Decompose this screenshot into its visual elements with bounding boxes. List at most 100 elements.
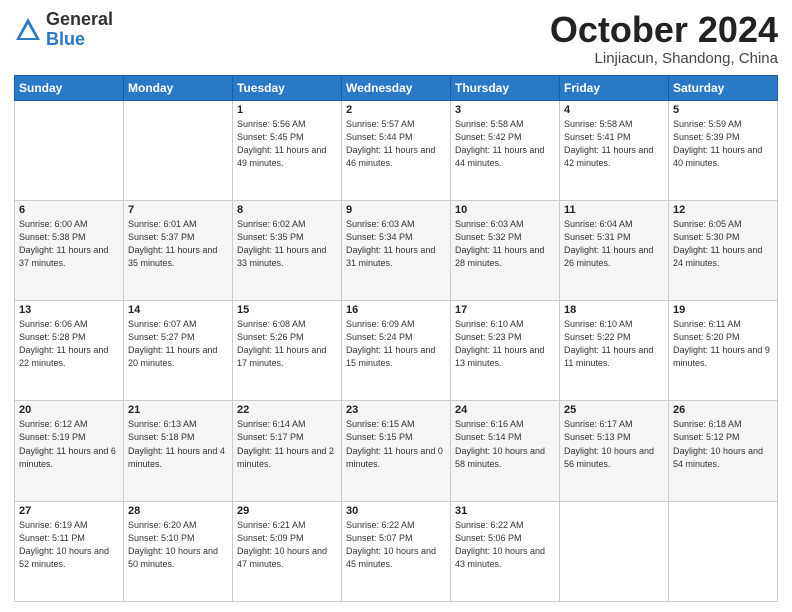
day-number: 16 [346, 304, 446, 316]
weekday-row: SundayMondayTuesdayWednesdayThursdayFrid… [15, 75, 778, 100]
day-number: 11 [564, 204, 664, 216]
calendar-cell: 16 Sunrise: 6:09 AMSunset: 5:24 PMDayligh… [342, 301, 451, 401]
day-info: Sunrise: 6:11 AMSunset: 5:20 PMDaylight:… [673, 318, 773, 370]
calendar: SundayMondayTuesdayWednesdayThursdayFrid… [14, 75, 778, 602]
day-info: Sunrise: 6:05 AMSunset: 5:30 PMDaylight:… [673, 218, 773, 270]
calendar-week-5: 27Sunrise: 6:19 AMSunset: 5:11 PMDayligh… [15, 501, 778, 601]
calendar-cell: 7 Sunrise: 6:01 AMSunset: 5:37 PMDaylight… [124, 200, 233, 300]
day-info: Sunrise: 6:17 AMSunset: 5:13 PMDaylight:… [564, 418, 664, 470]
calendar-week-1: 1 Sunrise: 5:56 AMSunset: 5:45 PMDaylight… [15, 100, 778, 200]
day-info: Sunrise: 6:13 AMSunset: 5:18 PMDaylight:… [128, 418, 228, 470]
calendar-cell: 25 Sunrise: 6:17 AMSunset: 5:13 PMDayligh… [560, 401, 669, 501]
day-number: 7 [128, 204, 228, 216]
day-info: Sunrise: 5:58 AMSunset: 5:41 PMDaylight:… [564, 118, 664, 170]
calendar-cell: 22Sunrise: 6:14 AMSunset: 5:17 PMDayligh… [233, 401, 342, 501]
day-number: 18 [564, 304, 664, 316]
day-info: Sunrise: 6:09 AMSunset: 5:24 PMDaylight:… [346, 318, 446, 370]
day-info: Sunrise: 5:58 AMSunset: 5:42 PMDaylight:… [455, 118, 555, 170]
weekday-header-saturday: Saturday [669, 75, 778, 100]
day-info: Sunrise: 5:56 AMSunset: 5:45 PMDaylight:… [237, 118, 337, 170]
day-number: 21 [128, 404, 228, 416]
day-info: Sunrise: 6:18 AMSunset: 5:12 PMDaylight:… [673, 418, 773, 470]
day-number: 9 [346, 204, 446, 216]
day-number: 29 [237, 505, 337, 517]
weekday-header-monday: Monday [124, 75, 233, 100]
calendar-cell: 21 Sunrise: 6:13 AMSunset: 5:18 PMDayligh… [124, 401, 233, 501]
title-block: October 2024 Linjiacun, Shandong, China [550, 10, 778, 67]
day-info: Sunrise: 6:22 AMSunset: 5:06 PMDaylight:… [455, 519, 555, 571]
calendar-cell: 20 Sunrise: 6:12 AMSunset: 5:19 PMDayligh… [15, 401, 124, 501]
day-info: Sunrise: 6:15 AMSunset: 5:15 PMDaylight:… [346, 418, 446, 470]
calendar-cell: 24 Sunrise: 6:16 AMSunset: 5:14 PMDayligh… [451, 401, 560, 501]
calendar-cell: 8 Sunrise: 6:02 AMSunset: 5:35 PMDaylight… [233, 200, 342, 300]
logo-text: General Blue [46, 10, 113, 50]
calendar-cell: 6Sunrise: 6:00 AMSunset: 5:38 PMDaylight… [15, 200, 124, 300]
calendar-cell: 3Sunrise: 5:58 AMSunset: 5:42 PMDaylight… [451, 100, 560, 200]
day-info: Sunrise: 6:01 AMSunset: 5:37 PMDaylight:… [128, 218, 228, 270]
day-info: Sunrise: 6:07 AMSunset: 5:27 PMDaylight:… [128, 318, 228, 370]
calendar-week-2: 6Sunrise: 6:00 AMSunset: 5:38 PMDaylight… [15, 200, 778, 300]
calendar-body: 1 Sunrise: 5:56 AMSunset: 5:45 PMDaylight… [15, 100, 778, 601]
day-number: 12 [673, 204, 773, 216]
day-number: 15 [237, 304, 337, 316]
day-info: Sunrise: 6:03 AMSunset: 5:34 PMDaylight:… [346, 218, 446, 270]
weekday-header-sunday: Sunday [15, 75, 124, 100]
day-info: Sunrise: 6:12 AMSunset: 5:19 PMDaylight:… [19, 418, 119, 470]
day-info: Sunrise: 5:59 AMSunset: 5:39 PMDaylight:… [673, 118, 773, 170]
calendar-cell [669, 501, 778, 601]
day-info: Sunrise: 6:04 AMSunset: 5:31 PMDaylight:… [564, 218, 664, 270]
day-number: 4 [564, 104, 664, 116]
day-number: 8 [237, 204, 337, 216]
calendar-cell: 14Sunrise: 6:07 AMSunset: 5:27 PMDayligh… [124, 301, 233, 401]
day-number: 25 [564, 404, 664, 416]
day-info: Sunrise: 6:19 AMSunset: 5:11 PMDaylight:… [19, 519, 119, 571]
logo-general: General [46, 9, 113, 29]
day-number: 23 [346, 404, 446, 416]
weekday-header-tuesday: Tuesday [233, 75, 342, 100]
day-number: 26 [673, 404, 773, 416]
day-info: Sunrise: 6:16 AMSunset: 5:14 PMDaylight:… [455, 418, 555, 470]
day-info: Sunrise: 6:08 AMSunset: 5:26 PMDaylight:… [237, 318, 337, 370]
calendar-cell: 10Sunrise: 6:03 AMSunset: 5:32 PMDayligh… [451, 200, 560, 300]
header: General Blue October 2024 Linjiacun, Sha… [14, 10, 778, 67]
calendar-cell: 2Sunrise: 5:57 AMSunset: 5:44 PMDaylight… [342, 100, 451, 200]
logo: General Blue [14, 10, 113, 50]
day-number: 6 [19, 204, 119, 216]
day-number: 24 [455, 404, 555, 416]
day-info: Sunrise: 6:21 AMSunset: 5:09 PMDaylight:… [237, 519, 337, 571]
day-info: Sunrise: 6:22 AMSunset: 5:07 PMDaylight:… [346, 519, 446, 571]
day-info: Sunrise: 6:06 AMSunset: 5:28 PMDaylight:… [19, 318, 119, 370]
calendar-cell [560, 501, 669, 601]
page: General Blue October 2024 Linjiacun, Sha… [0, 0, 792, 612]
calendar-cell: 23 Sunrise: 6:15 AMSunset: 5:15 PMDayligh… [342, 401, 451, 501]
calendar-cell [124, 100, 233, 200]
day-number: 5 [673, 104, 773, 116]
day-info: Sunrise: 6:10 AMSunset: 5:22 PMDaylight:… [564, 318, 664, 370]
day-number: 30 [346, 505, 446, 517]
day-info: Sunrise: 6:14 AMSunset: 5:17 PMDaylight:… [237, 418, 337, 470]
weekday-header-friday: Friday [560, 75, 669, 100]
calendar-cell [15, 100, 124, 200]
calendar-cell: 11 Sunrise: 6:04 AMSunset: 5:31 PMDayligh… [560, 200, 669, 300]
day-number: 31 [455, 505, 555, 517]
calendar-cell: 4 Sunrise: 5:58 AMSunset: 5:41 PMDaylight… [560, 100, 669, 200]
logo-blue: Blue [46, 29, 85, 49]
day-info: Sunrise: 6:20 AMSunset: 5:10 PMDaylight:… [128, 519, 228, 571]
calendar-week-4: 20 Sunrise: 6:12 AMSunset: 5:19 PMDayligh… [15, 401, 778, 501]
day-info: Sunrise: 6:03 AMSunset: 5:32 PMDaylight:… [455, 218, 555, 270]
day-number: 19 [673, 304, 773, 316]
calendar-cell: 17Sunrise: 6:10 AMSunset: 5:23 PMDayligh… [451, 301, 560, 401]
day-number: 20 [19, 404, 119, 416]
weekday-header-wednesday: Wednesday [342, 75, 451, 100]
calendar-cell: 26 Sunrise: 6:18 AMSunset: 5:12 PMDayligh… [669, 401, 778, 501]
day-number: 28 [128, 505, 228, 517]
calendar-header: SundayMondayTuesdayWednesdayThursdayFrid… [15, 75, 778, 100]
day-number: 1 [237, 104, 337, 116]
day-number: 17 [455, 304, 555, 316]
calendar-cell: 13Sunrise: 6:06 AMSunset: 5:28 PMDayligh… [15, 301, 124, 401]
calendar-cell: 30 Sunrise: 6:22 AMSunset: 5:07 PMDayligh… [342, 501, 451, 601]
calendar-cell: 12 Sunrise: 6:05 AMSunset: 5:30 PMDayligh… [669, 200, 778, 300]
calendar-cell: 18 Sunrise: 6:10 AMSunset: 5:22 PMDayligh… [560, 301, 669, 401]
calendar-cell: 31 Sunrise: 6:22 AMSunset: 5:06 PMDayligh… [451, 501, 560, 601]
day-info: Sunrise: 6:02 AMSunset: 5:35 PMDaylight:… [237, 218, 337, 270]
